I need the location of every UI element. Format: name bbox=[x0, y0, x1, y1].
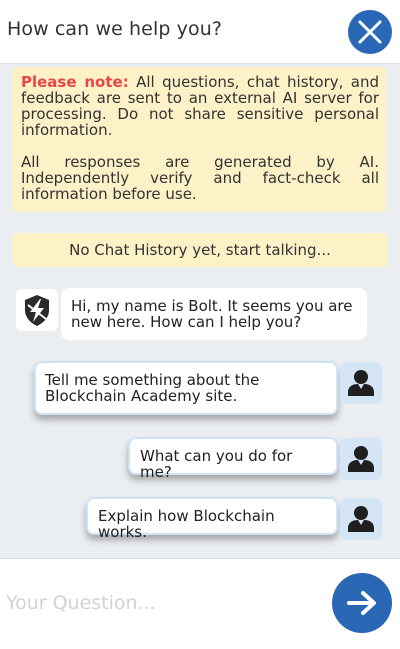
chat-header: How can we help you? bbox=[0, 0, 400, 64]
user-message: Explain how Blockchain works. bbox=[86, 497, 338, 540]
chat-footer bbox=[0, 558, 400, 649]
user-icon bbox=[348, 370, 374, 396]
user-icon bbox=[348, 446, 374, 472]
question-input[interactable] bbox=[6, 585, 322, 621]
notice-text-2: All responses are generated by AI. Indep… bbox=[21, 153, 379, 203]
header-title: How can we help you? bbox=[7, 18, 223, 40]
user-icon bbox=[348, 506, 374, 532]
user-avatar bbox=[340, 498, 382, 540]
bot-message: Hi, my name is Bolt. It seems you are ne… bbox=[61, 288, 367, 340]
user-avatar bbox=[340, 438, 382, 480]
notice-paragraph-1: Please note: All questions, chat history… bbox=[21, 74, 379, 138]
send-button[interactable] bbox=[332, 573, 392, 633]
arrow-right-icon bbox=[347, 591, 376, 615]
close-button[interactable] bbox=[348, 10, 392, 54]
privacy-notice: Please note: All questions, chat history… bbox=[12, 67, 387, 212]
no-history-banner: No Chat History yet, start talking... bbox=[12, 233, 388, 267]
user-avatar bbox=[340, 362, 382, 404]
user-message: What can you do for me? bbox=[128, 437, 338, 480]
bot-shield-icon bbox=[25, 295, 49, 326]
bot-avatar bbox=[16, 289, 58, 331]
chat-body[interactable]: Please note: All questions, chat history… bbox=[0, 64, 400, 558]
user-message: Tell me something about the Blockchain A… bbox=[34, 361, 338, 415]
close-icon bbox=[358, 20, 382, 44]
